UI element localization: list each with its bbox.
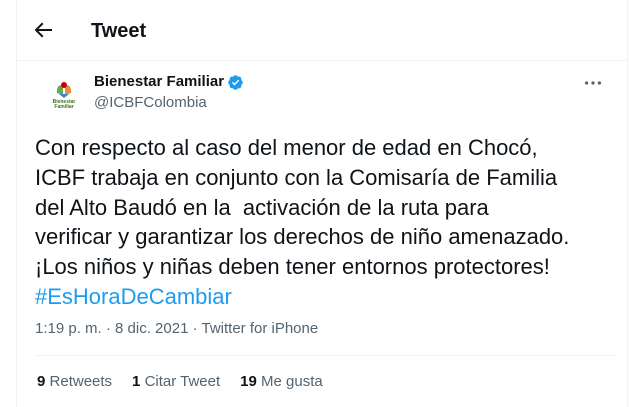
author-handle[interactable]: @ICBFColombia (94, 93, 207, 113)
quotes-count: 1 (132, 373, 141, 390)
author-name-row[interactable]: Bienestar Familiar (94, 72, 244, 92)
divider (35, 355, 615, 356)
logo-text-line2: Familiar (54, 104, 73, 110)
author-avatar[interactable]: Bienestar Familiar (44, 76, 84, 116)
likes-label: Me gusta (261, 373, 323, 390)
quotes-stat[interactable]: 1 Citar Tweet (132, 372, 220, 392)
retweets-stat[interactable]: 9 Retweets (37, 372, 112, 392)
more-icon[interactable] (582, 72, 604, 94)
likes-count: 19 (240, 373, 257, 390)
tweet-stats: 9 Retweets 1 Citar Tweet 19 Me gusta (37, 372, 323, 392)
page-header: Tweet (17, 0, 627, 61)
tweet-body: Con respecto al caso del menor de edad e… (35, 135, 570, 280)
retweets-label: Retweets (49, 373, 113, 390)
tweet-timestamp[interactable]: 1:19 p. m. · 8 dic. 2021 · Twitter for i… (35, 319, 318, 339)
quotes-label: Citar Tweet (144, 373, 221, 390)
hashtag-link[interactable]: #EsHoraDeCambiar (35, 284, 232, 309)
author-name[interactable]: Bienestar Familiar (94, 72, 224, 92)
tweet-detail-panel: Tweet Bienestar Familiar Bienestar Famil… (16, 0, 628, 407)
retweets-count: 9 (37, 373, 46, 390)
likes-stat[interactable]: 19 Me gusta (240, 372, 323, 392)
verified-badge-icon (228, 74, 243, 90)
tweet-text: Con respecto al caso del menor de edad e… (35, 133, 615, 312)
page-title: Tweet (91, 20, 147, 42)
back-arrow-icon[interactable] (31, 18, 55, 42)
